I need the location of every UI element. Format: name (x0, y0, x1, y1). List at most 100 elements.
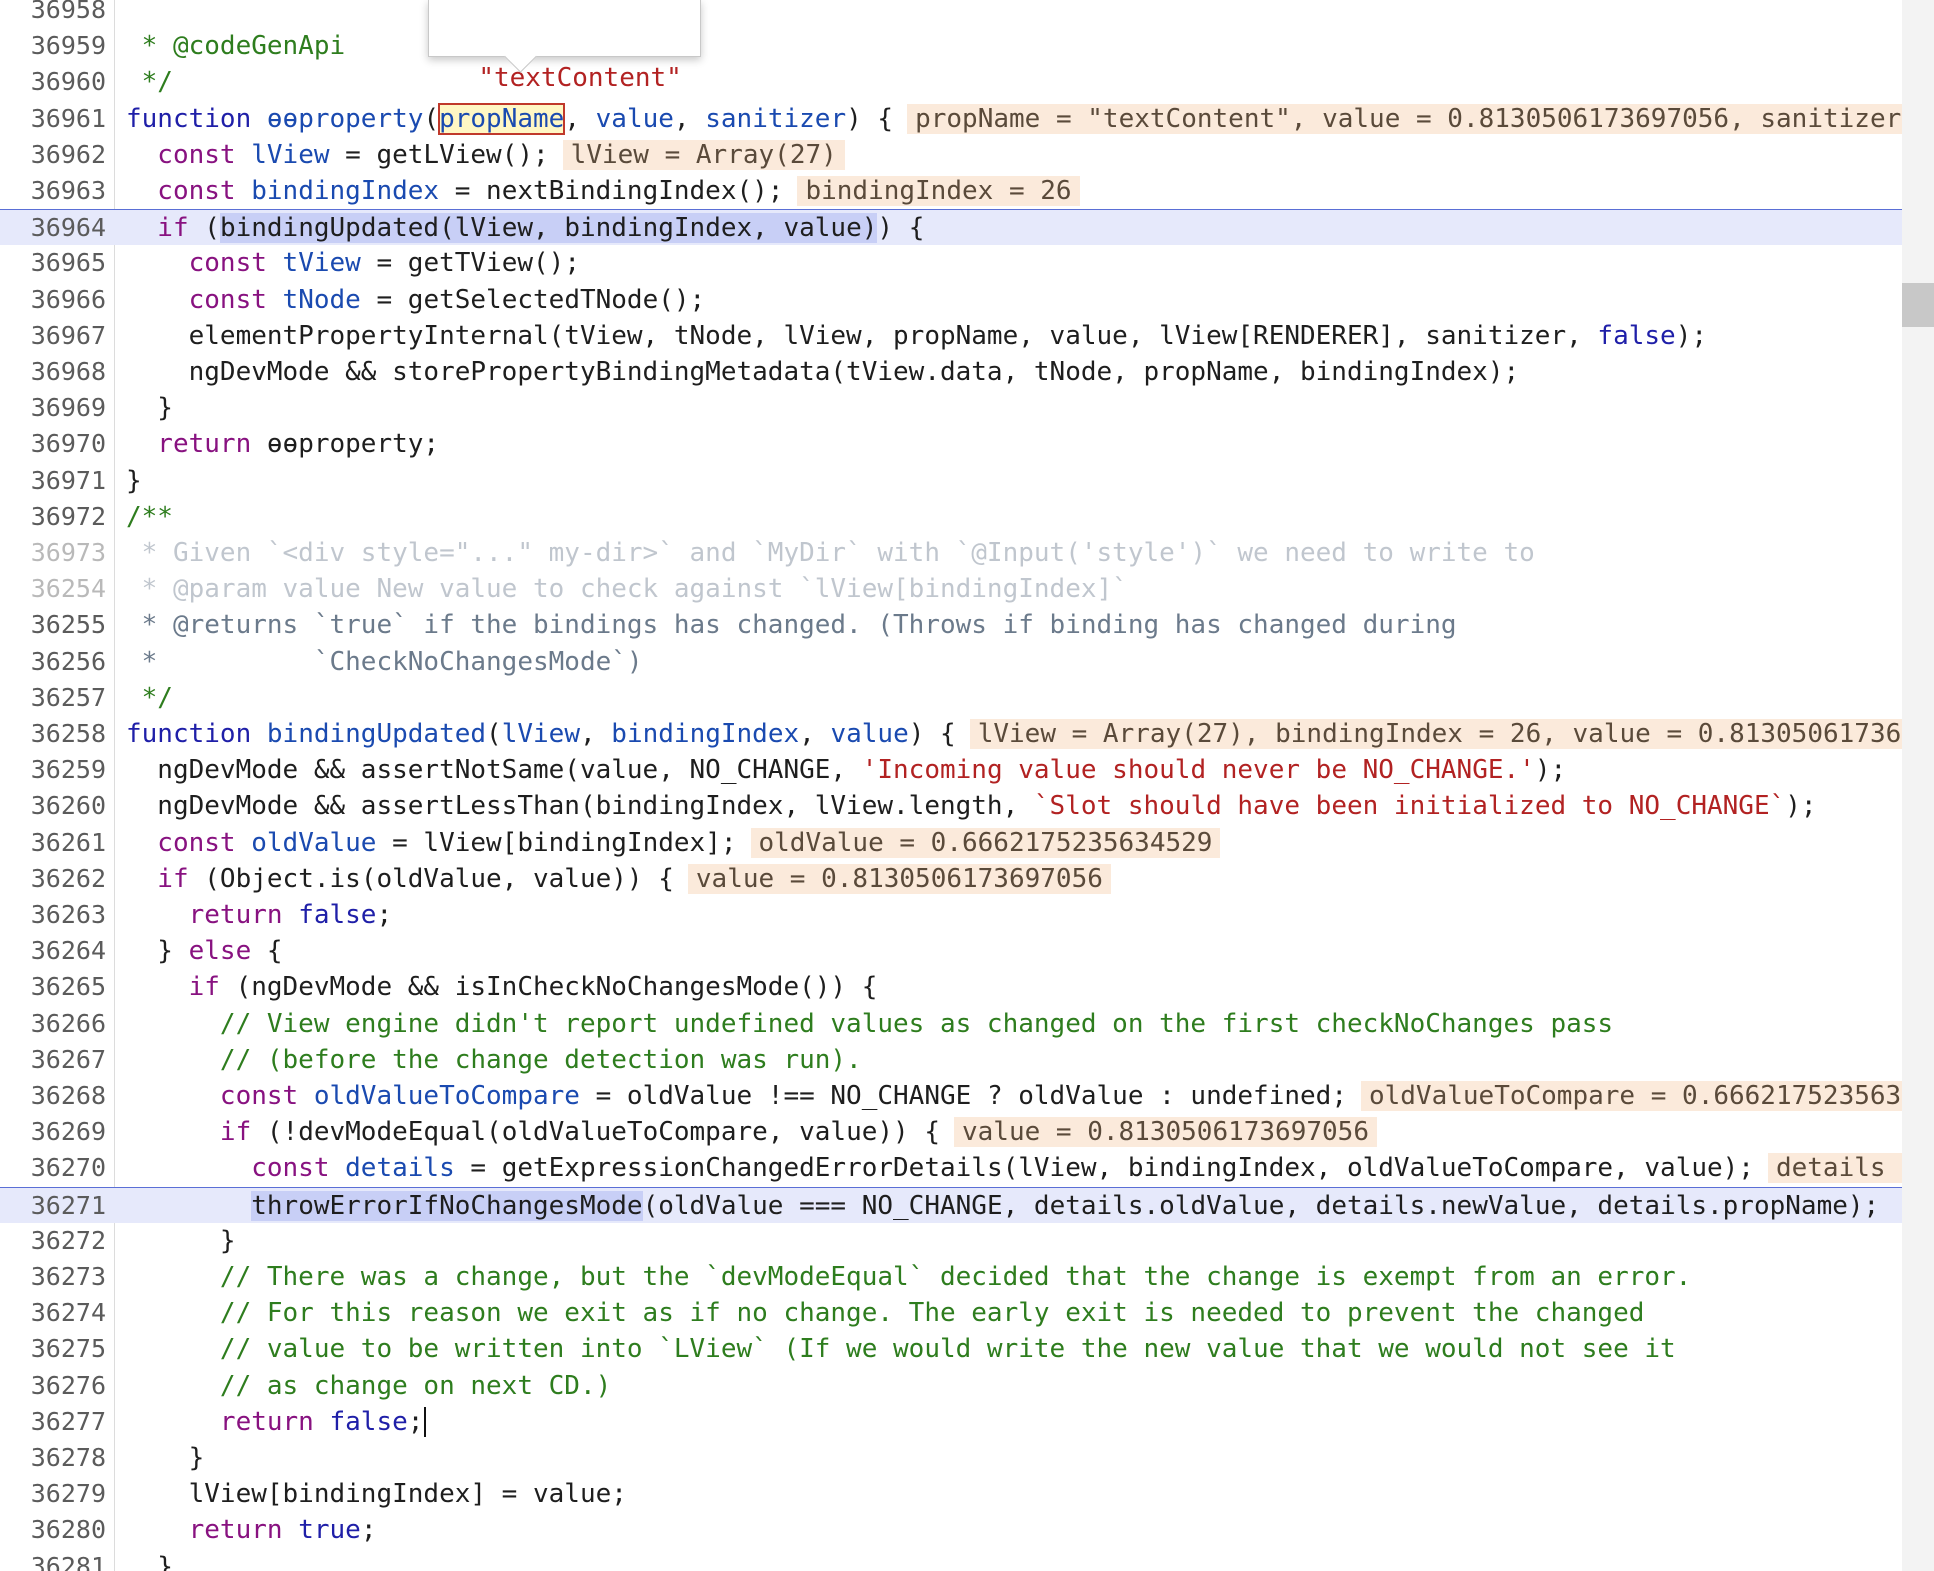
code-text[interactable]: * @param value New value to check agains… (126, 571, 1128, 607)
line-number[interactable]: 36965 (0, 245, 106, 281)
code-token: , (579, 719, 612, 749)
code-text[interactable]: return false; (126, 1404, 427, 1440)
code-text[interactable]: // (before the change detection was run)… (126, 1042, 862, 1078)
code-text[interactable]: lView[bindingIndex] = value; (126, 1476, 627, 1512)
code-text[interactable]: } (126, 463, 142, 499)
line-number[interactable]: 36273 (0, 1259, 106, 1295)
code-line: 36256 * `CheckNoChangesMode`) (0, 644, 1902, 680)
code-text[interactable]: const tNode = getSelectedTNode(); (126, 282, 706, 318)
line-number[interactable]: 36963 (0, 173, 106, 209)
code-text[interactable]: if (ngDevMode && isInCheckNoChangesMode(… (126, 969, 878, 1005)
code-text[interactable]: throwErrorIfNoChangesMode(oldValue === N… (126, 1188, 1879, 1224)
code-line: 36275 // value to be written into `LView… (0, 1331, 1902, 1367)
code-text[interactable]: * Given `<div style="..." my-dir>` and `… (126, 535, 1535, 571)
line-number[interactable]: 36966 (0, 282, 106, 318)
code-text[interactable]: ngDevMode && storePropertyBindingMetadat… (126, 354, 1520, 390)
scroll-thumb[interactable] (1902, 283, 1934, 327)
code-token: sanitizer (705, 103, 847, 134)
code-text[interactable]: const bindingIndex = nextBindingIndex();… (126, 173, 1080, 209)
code-text[interactable]: * `CheckNoChangesMode`) (126, 644, 643, 680)
vertical-scrollbar[interactable] (1902, 0, 1934, 1571)
line-number[interactable]: 36276 (0, 1368, 106, 1404)
line-number[interactable]: 36967 (0, 318, 106, 354)
line-number[interactable]: 36279 (0, 1476, 106, 1512)
code-text[interactable]: } (126, 1440, 205, 1476)
line-number[interactable]: 36256 (0, 644, 106, 680)
code-text[interactable]: if (Object.is(oldValue, value)) {value =… (126, 861, 1111, 897)
line-number[interactable]: 36262 (0, 861, 106, 897)
line-number[interactable]: 36278 (0, 1440, 106, 1476)
code-text[interactable]: if (!devModeEqual(oldValueToCompare, val… (126, 1114, 1377, 1150)
line-number[interactable]: 36280 (0, 1512, 106, 1548)
code-text[interactable]: // For this reason we exit as if no chan… (126, 1295, 1644, 1331)
code-text[interactable]: elementPropertyInternal(tView, tNode, lV… (126, 318, 1707, 354)
code-token: propName (438, 102, 566, 135)
line-number[interactable]: 36274 (0, 1295, 106, 1331)
code-text[interactable]: const details = getExpressionChangedErro… (126, 1150, 1902, 1186)
code-text[interactable]: ngDevMode && assertNotSame(value, NO_CHA… (126, 752, 1566, 788)
line-number[interactable]: 36258 (0, 716, 106, 752)
line-number[interactable]: 36961 (0, 101, 106, 137)
code-text[interactable]: const tView = getTView(); (126, 245, 580, 281)
line-number[interactable]: 36254 (0, 571, 106, 607)
code-text[interactable]: * @returns `true` if the bindings has ch… (126, 607, 1457, 643)
code-text[interactable]: function bindingUpdated(lView, bindingIn… (126, 716, 1902, 752)
line-number[interactable]: 36259 (0, 752, 106, 788)
code-text[interactable]: return true; (126, 1512, 377, 1548)
line-number[interactable]: 36270 (0, 1150, 106, 1186)
code-text[interactable]: /** (126, 499, 173, 535)
code-text[interactable]: const oldValueToCompare = oldValue !== N… (126, 1078, 1902, 1114)
code-line: 36268 const oldValueToCompare = oldValue… (0, 1078, 1902, 1114)
code-text[interactable]: function ɵɵproperty(propName, value, san… (126, 101, 1902, 137)
code-text[interactable]: */ (126, 64, 173, 100)
line-number[interactable]: 36968 (0, 354, 106, 390)
line-number[interactable]: 36272 (0, 1223, 106, 1259)
code-line: 36968 ngDevMode && storePropertyBindingM… (0, 354, 1902, 390)
line-number[interactable]: 36275 (0, 1331, 106, 1367)
line-number[interactable]: 36960 (0, 64, 106, 100)
line-number[interactable]: 36264 (0, 933, 106, 969)
code-text[interactable]: // There was a change, but the `devModeE… (126, 1259, 1691, 1295)
line-number[interactable]: 36964 (0, 210, 106, 246)
code-text[interactable]: // as change on next CD.) (126, 1368, 611, 1404)
code-text[interactable]: return false; (126, 897, 393, 933)
line-number[interactable]: 36970 (0, 426, 106, 462)
code-text[interactable]: // value to be written into `LView` (If … (126, 1331, 1676, 1367)
code-text[interactable]: ngDevMode && assertLessThan(bindingIndex… (126, 788, 1816, 824)
line-number[interactable]: 36267 (0, 1042, 106, 1078)
line-number[interactable]: 36958 (0, 0, 106, 28)
line-number[interactable]: 36962 (0, 137, 106, 173)
code-text[interactable]: const lView = getLView(); lView = Array(2… (126, 137, 845, 173)
line-number[interactable]: 36972 (0, 499, 106, 535)
line-number[interactable]: 36265 (0, 969, 106, 1005)
code-text[interactable]: } (126, 1549, 173, 1571)
code-text[interactable]: return ɵɵproperty; (126, 426, 439, 462)
line-number[interactable]: 36255 (0, 607, 106, 643)
line-number[interactable]: 36271 (0, 1188, 106, 1224)
line-number[interactable]: 36268 (0, 1078, 106, 1114)
code-text[interactable]: } else { (126, 933, 282, 969)
code-text[interactable]: * @codeGenApi (126, 28, 346, 64)
code-text[interactable]: if (bindingUpdated(lView, bindingIndex, … (126, 210, 924, 246)
code-token: if (126, 213, 205, 244)
line-number[interactable]: 36277 (0, 1404, 106, 1440)
code-text[interactable]: // View engine didn't report undefined v… (126, 1006, 1613, 1042)
line-number[interactable]: 36263 (0, 897, 106, 933)
line-number[interactable]: 36261 (0, 825, 106, 861)
line-number[interactable]: 36959 (0, 28, 106, 64)
code-editor[interactable]: 36958 36959 * @codeGenApi 36960 */ 36961 fun… (0, 0, 1902, 1571)
line-number[interactable]: 36973 (0, 535, 106, 571)
line-number[interactable]: 36266 (0, 1006, 106, 1042)
code-text[interactable]: } (126, 1223, 236, 1259)
line-number[interactable]: 36971 (0, 463, 106, 499)
line-number[interactable]: 36260 (0, 788, 106, 824)
code-token: bindingUpdated (266, 719, 487, 749)
line-number[interactable]: 36269 (0, 1114, 106, 1150)
code-text[interactable]: */ (126, 680, 173, 716)
code-text[interactable]: } (126, 390, 173, 426)
line-number[interactable]: 36257 (0, 680, 106, 716)
code-text[interactable]: const oldValue = lView[bindingIndex]; old… (126, 825, 1221, 861)
line-number[interactable]: 36281 (0, 1549, 106, 1571)
line-number[interactable]: 36969 (0, 390, 106, 426)
